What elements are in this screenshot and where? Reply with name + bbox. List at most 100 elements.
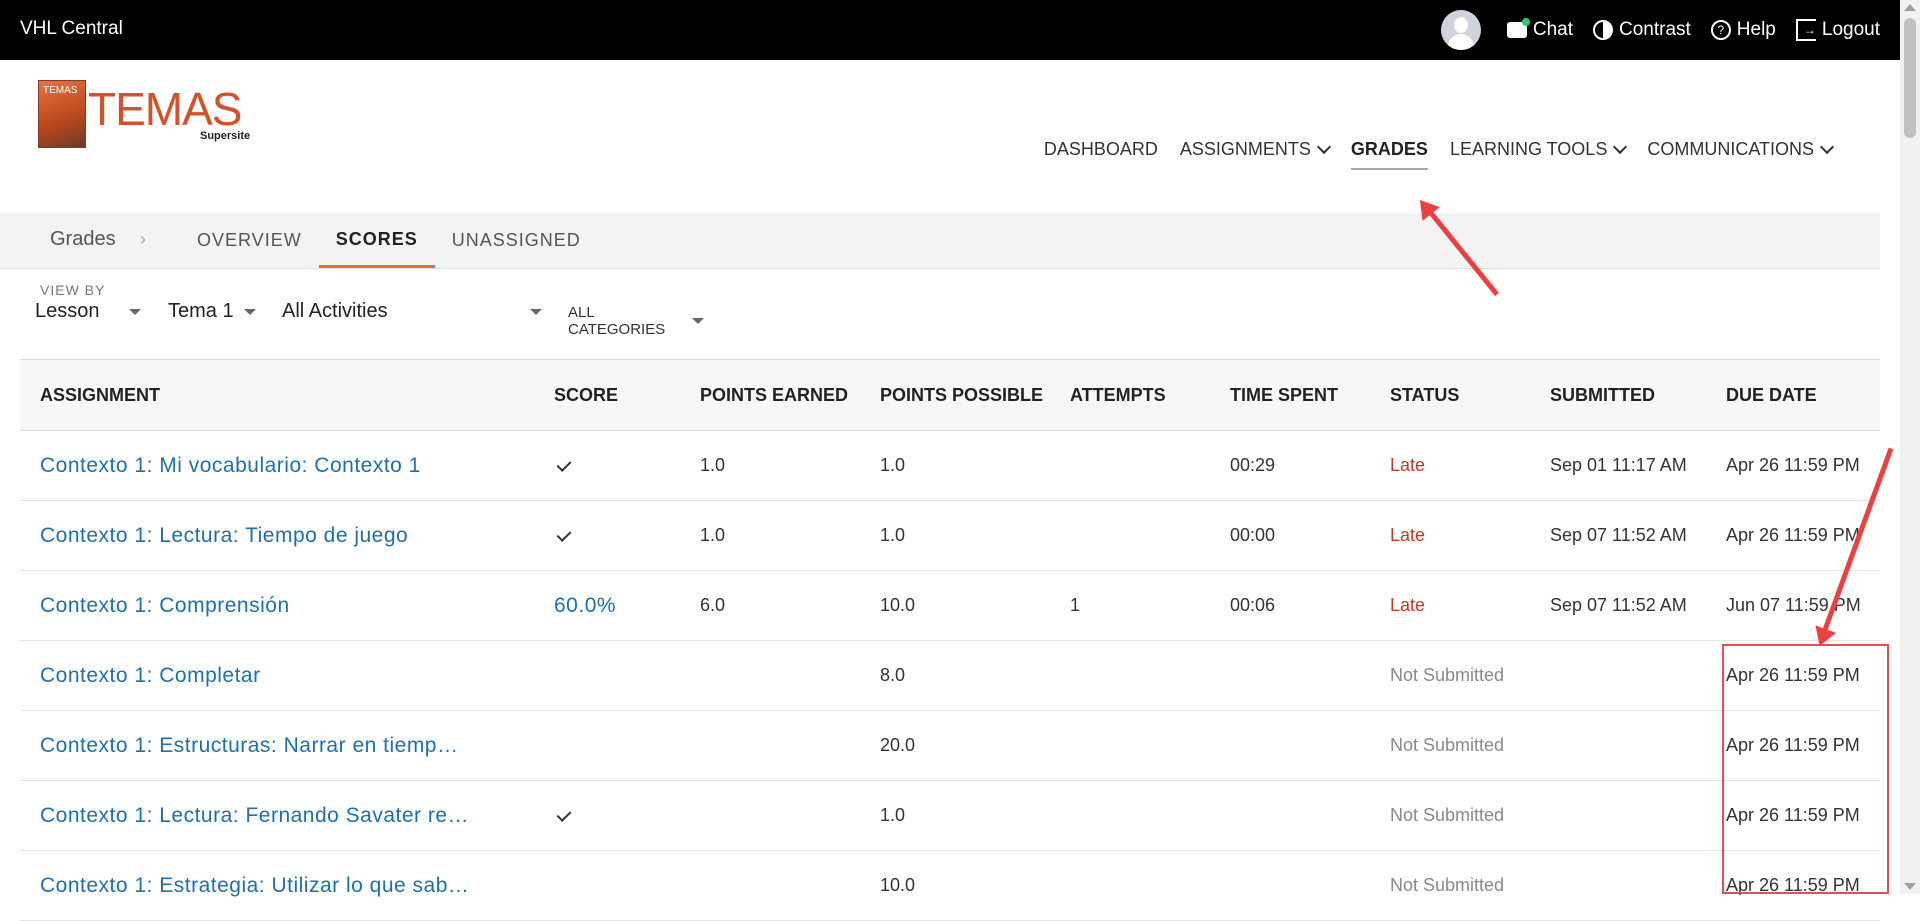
tab-unassigned[interactable]: UNASSIGNED	[435, 213, 598, 268]
status-cell: Not Submitted	[1390, 665, 1505, 685]
col-time-spent[interactable]: TIME SPENT	[1230, 360, 1338, 430]
points-earned-cell: 1.0	[700, 455, 726, 475]
nav-communications[interactable]: COMMUNICATIONS	[1647, 139, 1835, 160]
attempts-cell: 1	[1070, 595, 1081, 615]
help-label: Help	[1736, 19, 1776, 40]
contrast-button[interactable]: Contrast	[1592, 19, 1691, 41]
assignment-link[interactable]: Contexto 1: Comprensión	[40, 571, 290, 640]
scroll-up-icon[interactable]	[1904, 4, 1916, 11]
chat-icon	[1506, 18, 1530, 38]
col-points-possible[interactable]: POINTS POSSIBLE	[880, 360, 1043, 430]
logout-icon: →	[1795, 19, 1816, 41]
logout-button[interactable]: → Logout	[1795, 19, 1880, 41]
temas-logo[interactable]: TEMAS TEMAS Supersite	[38, 78, 258, 148]
status-cell: Not Submitted	[1390, 735, 1505, 755]
logout-label: Logout	[1821, 19, 1880, 40]
caret-down-icon	[692, 318, 704, 324]
points-earned-cell: 6.0	[700, 595, 726, 615]
breadcrumb-separator-icon: ›	[140, 229, 146, 249]
score-cell	[554, 781, 572, 850]
points-possible-cell: 10.0	[880, 595, 916, 615]
points-possible-cell: 8.0	[880, 665, 906, 685]
tab-overview[interactable]: OVERVIEW	[180, 213, 319, 268]
view-by-select[interactable]: Lesson	[35, 300, 141, 323]
table-row: Contexto 1: Estructuras: Narrar en tiemp…	[20, 711, 1880, 781]
score-link[interactable]: 60.0%	[554, 571, 616, 640]
table-row: Contexto 1: Mi vocabulario: Contexto 1 1…	[20, 431, 1880, 501]
table-row: Contexto 1: Estrategia: Utilizar lo que …	[20, 851, 1880, 921]
points-possible-cell: 10.0	[880, 875, 916, 895]
grades-subnav: Grades › OVERVIEW SCORES UNASSIGNED	[0, 213, 1880, 269]
time-spent-cell: 00:06	[1230, 595, 1276, 615]
help-button[interactable]: ? Help	[1710, 19, 1776, 41]
checkmark-icon	[556, 527, 572, 542]
assignment-link[interactable]: Contexto 1: Mi vocabulario: Contexto 1	[40, 431, 421, 500]
activities-select[interactable]: All Activities	[282, 300, 542, 323]
points-possible-cell: 1.0	[880, 525, 906, 545]
due-date-cell: Apr 26 11:59 PM	[1726, 455, 1860, 475]
top-bar: VHL Central Chat Contrast ? Help → Logou…	[0, 0, 1900, 60]
points-possible-cell: 1.0	[880, 455, 906, 475]
status-cell: Late	[1390, 595, 1426, 615]
col-status[interactable]: STATUS	[1390, 360, 1459, 430]
lesson-select[interactable]: Tema 1	[168, 300, 256, 323]
contrast-icon	[1592, 20, 1613, 40]
time-spent-cell: 00:29	[1230, 455, 1276, 475]
nav-assignments[interactable]: ASSIGNMENTS	[1180, 139, 1331, 160]
top-actions: Chat Contrast ? Help → Logout	[1440, 10, 1880, 50]
score-cell	[554, 501, 572, 570]
points-earned-cell: 1.0	[700, 525, 726, 545]
assignment-link[interactable]: Contexto 1: Lectura: Fernando Savater re…	[40, 781, 469, 850]
tab-scores[interactable]: SCORES	[318, 213, 435, 268]
status-cell: Late	[1390, 455, 1426, 475]
assignment-link[interactable]: Contexto 1: Lectura: Tiempo de juego	[40, 501, 408, 570]
table-row: Contexto 1: Lectura: Tiempo de juego 1.0…	[20, 501, 1880, 571]
table-row: Contexto 1: Comprensión 60.0% 6.0 10.0 1…	[20, 571, 1880, 641]
page-scrollbar[interactable]	[1900, 0, 1920, 894]
status-cell: Not Submitted	[1390, 805, 1505, 825]
assignment-link[interactable]: Contexto 1: Estructuras: Narrar en tiemp…	[40, 711, 459, 780]
chat-label: Chat	[1532, 19, 1573, 40]
brand-name[interactable]: VHL Central	[20, 18, 123, 40]
view-by-label: VIEW BY	[40, 282, 106, 298]
chevron-down-icon	[1316, 139, 1331, 154]
col-submitted[interactable]: SUBMITTED	[1550, 360, 1655, 430]
caret-down-icon	[129, 308, 141, 315]
chevron-down-icon	[1613, 139, 1628, 154]
main-nav: DASHBOARD ASSIGNMENTS GRADES LEARNING TO…	[1044, 139, 1835, 170]
chat-button[interactable]: Chat	[1506, 18, 1573, 41]
col-due-date[interactable]: DUE DATE	[1726, 360, 1817, 430]
checkmark-icon	[556, 457, 572, 472]
nav-dashboard[interactable]: DASHBOARD	[1044, 139, 1158, 160]
submitted-cell: Sep 01 11:17 AM	[1550, 455, 1687, 475]
assignment-link[interactable]: Contexto 1: Estrategia: Utilizar lo que …	[40, 851, 469, 920]
scores-table: ASSIGNMENT SCORE POINTS EARNED POINTS PO…	[20, 359, 1880, 921]
categories-select[interactable]: ALL CATEGORIES	[568, 304, 704, 338]
time-spent-cell: 00:00	[1230, 525, 1276, 545]
scroll-down-icon[interactable]	[1904, 883, 1916, 890]
chevron-down-icon	[1819, 139, 1835, 154]
due-date-cell: Apr 26 11:59 PM	[1726, 525, 1860, 545]
breadcrumb-grades[interactable]: Grades	[50, 228, 116, 251]
caret-down-icon	[530, 308, 542, 315]
table-row: Contexto 1: Completar 8.0 Not Submitted …	[20, 641, 1880, 711]
assignment-link[interactable]: Contexto 1: Completar	[40, 641, 261, 710]
logo-wordmark: TEMAS	[88, 83, 242, 135]
score-cell	[554, 431, 572, 500]
nav-grades[interactable]: GRADES	[1350, 139, 1428, 170]
points-possible-cell: 20.0	[880, 735, 916, 755]
help-icon: ?	[1710, 20, 1731, 40]
table-header: ASSIGNMENT SCORE POINTS EARNED POINTS PO…	[20, 360, 1880, 431]
scroll-thumb[interactable]	[1904, 18, 1916, 138]
nav-learning-tools[interactable]: LEARNING TOOLS	[1450, 139, 1628, 160]
points-possible-cell: 1.0	[880, 805, 906, 825]
submitted-cell: Sep 07 11:52 AM	[1550, 595, 1687, 615]
col-attempts[interactable]: ATTEMPTS	[1070, 360, 1166, 430]
status-cell: Not Submitted	[1390, 875, 1505, 895]
col-assignment[interactable]: ASSIGNMENT	[40, 360, 160, 430]
user-avatar[interactable]	[1440, 10, 1481, 50]
col-points-earned[interactable]: POINTS EARNED	[700, 360, 848, 430]
checkmark-icon	[556, 807, 572, 822]
col-score[interactable]: SCORE	[554, 360, 618, 430]
contrast-label: Contrast	[1618, 19, 1691, 40]
